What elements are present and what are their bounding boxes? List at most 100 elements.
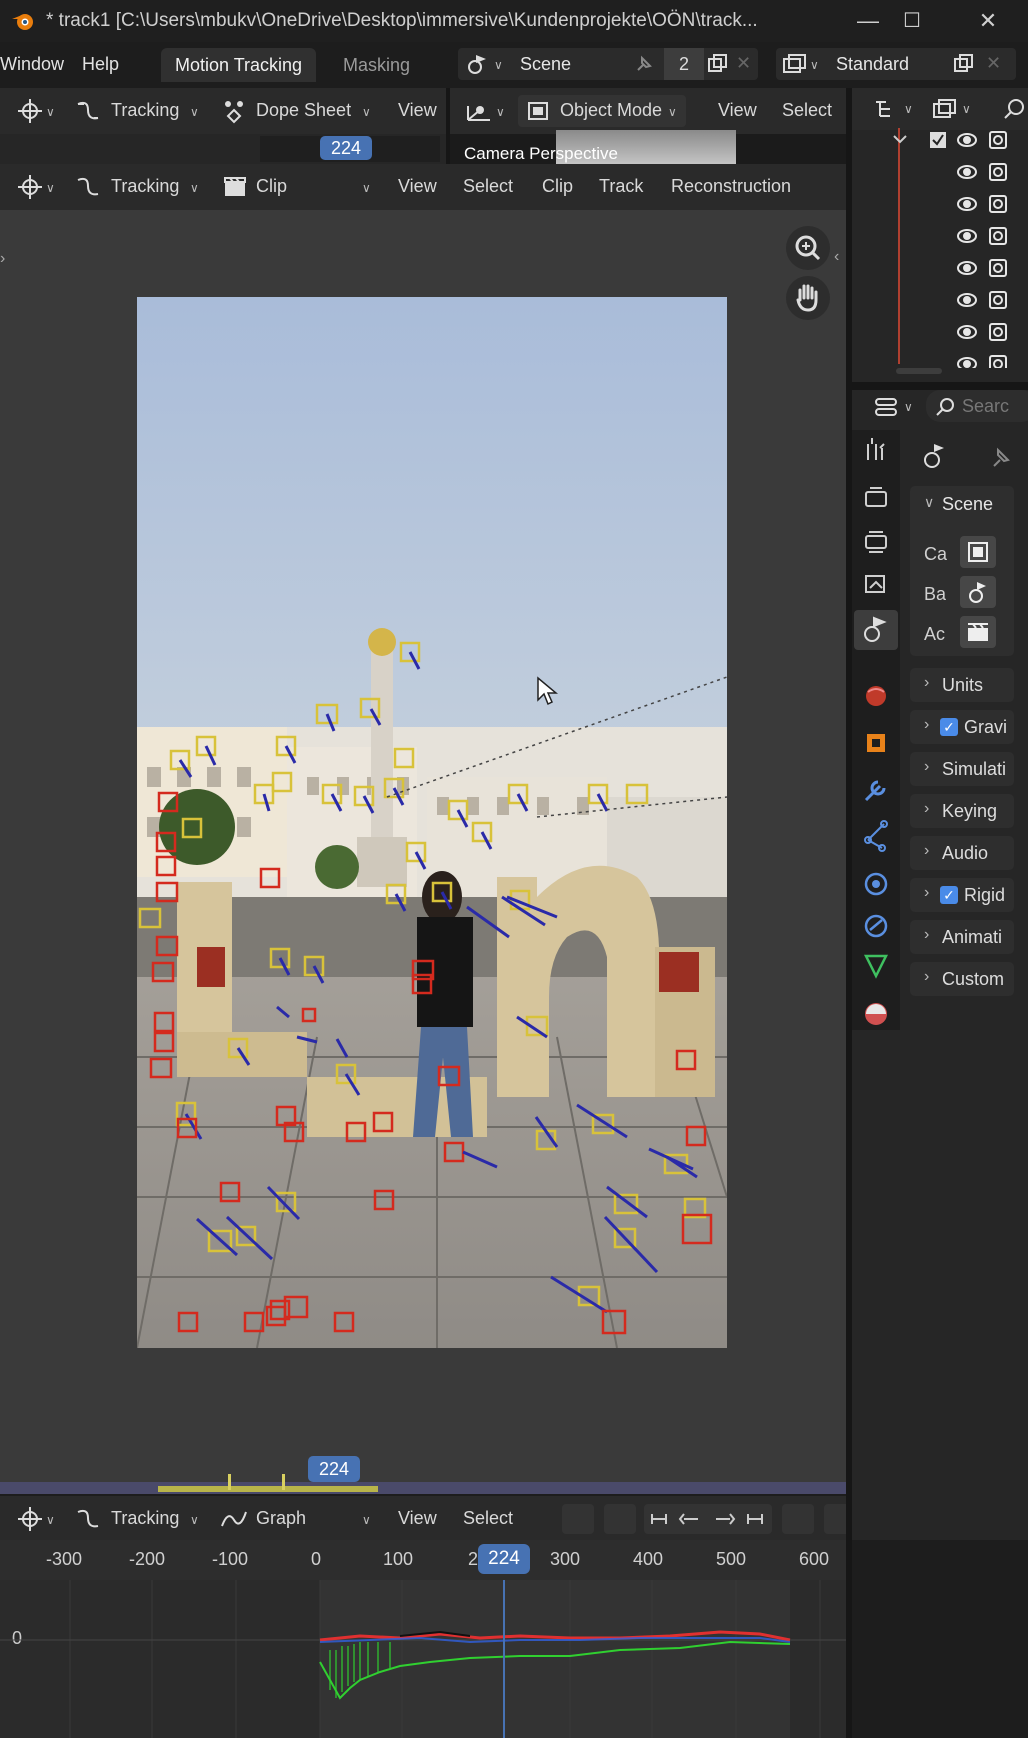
- scene-background-field[interactable]: [960, 576, 996, 608]
- search-icon[interactable]: [1002, 97, 1028, 121]
- panel-audio[interactable]: › Audio: [910, 836, 1014, 870]
- outliner-header: ∨ ∨: [852, 88, 1028, 130]
- tracking-markers-overlay[interactable]: [137, 297, 727, 1348]
- title-bar: * track1 [C:\Users\mbukv\OneDrive\Deskto…: [0, 0, 1028, 42]
- menu-track[interactable]: Track: [599, 176, 643, 197]
- scene-users-count[interactable]: 2: [664, 48, 704, 80]
- object-mode-dropdown[interactable]: Object Mode ∨: [518, 95, 686, 127]
- clip-view-dropdown[interactable]: Clip: [256, 176, 287, 197]
- delete-curve-icon[interactable]: [604, 1504, 636, 1534]
- menu-help[interactable]: Help: [82, 54, 119, 75]
- chevron-down-icon: ∨: [362, 181, 371, 195]
- clear-path-icon[interactable]: [562, 1504, 594, 1534]
- dope-sheet-editor: ∨ Tracking ∨ Dope Sheet ∨ View 224: [0, 88, 446, 164]
- clip-icon: [968, 623, 988, 641]
- menu-window[interactable]: Window: [0, 54, 64, 75]
- area-divider[interactable]: [846, 88, 852, 1738]
- ruler-tick: 100: [383, 1549, 414, 1569]
- unlink-icon[interactable]: ✕: [736, 53, 751, 74]
- chevron-down-icon[interactable]: ∨: [924, 494, 934, 511]
- properties-editor-icon[interactable]: [874, 396, 902, 418]
- current-frame-badge[interactable]: 224: [478, 1544, 530, 1574]
- editor-type-icon[interactable]: [16, 174, 44, 200]
- chevron-down-icon: ∨: [190, 181, 199, 195]
- 3d-viewport-icon[interactable]: [464, 98, 494, 124]
- editor-type-icon[interactable]: [16, 1506, 44, 1532]
- outliner-scrollbar[interactable]: [896, 368, 942, 374]
- ruler-tick: -200: [129, 1549, 166, 1569]
- menu-view[interactable]: View: [398, 100, 437, 121]
- rigid-body-checkbox[interactable]: ✓: [940, 886, 958, 904]
- scene-panel-title[interactable]: Scene: [942, 494, 993, 515]
- dope-sheet-icon: [225, 101, 243, 124]
- editor-type-icon[interactable]: [16, 98, 44, 124]
- panel-keying[interactable]: › Keying: [910, 794, 1014, 828]
- duplicate-icon[interactable]: [706, 53, 730, 75]
- panel-gravity[interactable]: › ✓ Gravi: [910, 710, 1014, 744]
- menu-view[interactable]: View: [398, 1508, 437, 1529]
- frame-jump-buttons[interactable]: [644, 1504, 772, 1534]
- current-frame-badge[interactable]: 224: [320, 136, 372, 160]
- filter-icon[interactable]: [782, 1504, 814, 1534]
- panel-rigid-body[interactable]: › ✓ Rigid: [910, 878, 1014, 912]
- menu-reconstruction[interactable]: Reconstruction: [671, 176, 791, 197]
- graph-view-dropdown[interactable]: Graph: [256, 1508, 306, 1529]
- scene-properties-tab-header: [924, 444, 1010, 468]
- unlink-icon[interactable]: ✕: [986, 53, 1001, 74]
- left-panel-toggle-icon[interactable]: ›: [0, 250, 5, 268]
- scene-name: Scene: [520, 54, 572, 74]
- window-title: * track1 [C:\Users\mbukv\OneDrive\Deskto…: [46, 10, 758, 31]
- outliner-icon[interactable]: [874, 98, 902, 120]
- chevron-right-icon: ›: [924, 758, 930, 775]
- close-icon[interactable]: ✕: [974, 8, 1002, 34]
- chevron-right-icon: ›: [924, 842, 930, 859]
- tracking-mode-dropdown[interactable]: Tracking: [111, 100, 179, 121]
- area-divider[interactable]: [852, 382, 1028, 390]
- scene-selector[interactable]: ∨ Scene 2 ✕: [458, 48, 758, 80]
- ruler-tick: 2: [468, 1549, 479, 1569]
- scene-camera-field[interactable]: [960, 536, 996, 568]
- chevron-right-icon: ›: [924, 800, 930, 817]
- scene-active-clip-field[interactable]: [960, 616, 996, 648]
- dope-sheet-dropdown[interactable]: Dope Sheet: [256, 100, 351, 121]
- search-icon: [936, 398, 954, 416]
- tracking-mode-dropdown[interactable]: Tracking: [111, 176, 179, 197]
- graph-curves: [0, 1580, 846, 1738]
- menu-select[interactable]: Select: [782, 100, 832, 121]
- zoom-icon[interactable]: [786, 226, 830, 270]
- chevron-down-icon: ∨: [362, 1513, 371, 1527]
- properties-search-input[interactable]: Searc: [926, 390, 1028, 422]
- area-divider[interactable]: [446, 88, 450, 164]
- keyframe-marker: [228, 1474, 231, 1490]
- menu-clip[interactable]: Clip: [542, 176, 573, 197]
- tab-masking[interactable]: Masking: [329, 48, 424, 82]
- options-icon[interactable]: [824, 1504, 846, 1534]
- current-frame-badge[interactable]: 224: [308, 1456, 360, 1482]
- view-layer-selector[interactable]: ∨ Standard ✕: [776, 48, 1016, 80]
- pan-hand-icon[interactable]: [786, 276, 830, 320]
- maximize-icon[interactable]: ☐: [898, 8, 926, 34]
- panel-units[interactable]: › Units: [910, 668, 1014, 702]
- display-mode-icon[interactable]: [932, 98, 960, 120]
- chevron-right-icon: ›: [924, 926, 930, 943]
- properties-tabs-clickarea[interactable]: [852, 430, 900, 1030]
- clip-footage-frame[interactable]: [137, 297, 727, 1348]
- gravity-checkbox[interactable]: ✓: [940, 718, 958, 736]
- panel-animation[interactable]: › Animati: [910, 920, 1014, 954]
- menu-view[interactable]: View: [398, 176, 437, 197]
- chevron-down-icon: ∨: [494, 58, 503, 72]
- chevron-right-icon: ›: [924, 968, 930, 985]
- menu-view[interactable]: View: [718, 100, 757, 121]
- tracking-mode-dropdown[interactable]: Tracking: [111, 1508, 179, 1529]
- outliner-rows[interactable]: [852, 128, 1028, 368]
- minimize-icon[interactable]: —: [854, 8, 882, 34]
- pin-icon[interactable]: [634, 54, 656, 74]
- panel-simulation[interactable]: › Simulati: [910, 752, 1014, 786]
- menu-select[interactable]: Select: [463, 176, 513, 197]
- tab-motion-tracking[interactable]: Motion Tracking: [161, 48, 317, 82]
- panel-custom-properties[interactable]: › Custom: [910, 962, 1014, 996]
- menu-select[interactable]: Select: [463, 1508, 513, 1529]
- duplicate-icon[interactable]: [952, 53, 976, 75]
- right-panel-toggle-icon[interactable]: ‹: [834, 248, 839, 266]
- frame-range-bar[interactable]: [0, 1482, 846, 1494]
